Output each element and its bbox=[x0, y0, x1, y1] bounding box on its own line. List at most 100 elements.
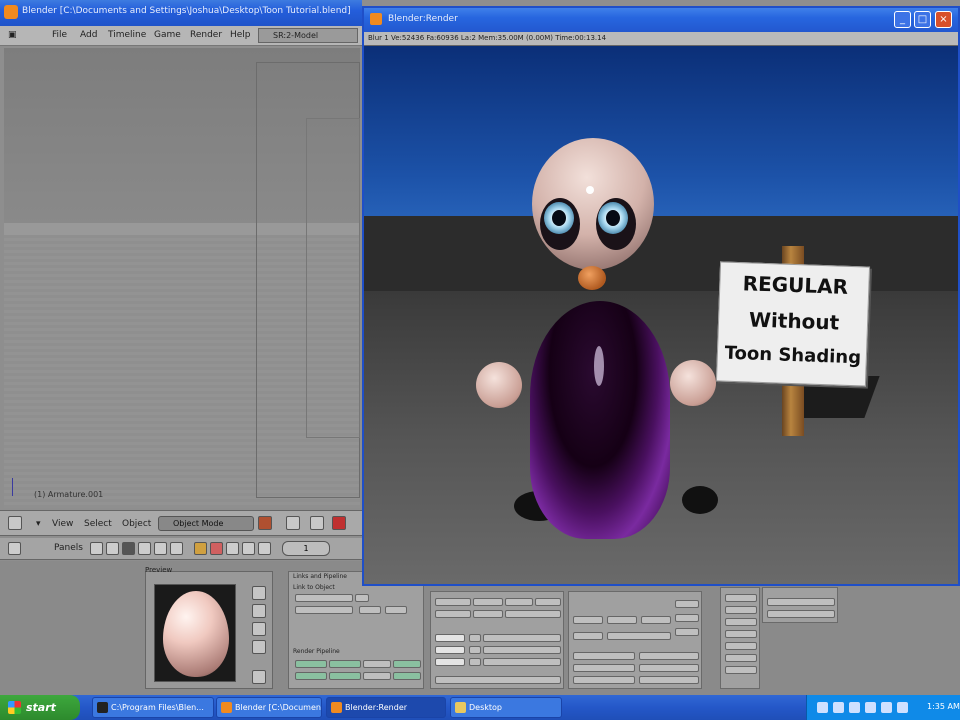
add-field[interactable] bbox=[573, 676, 635, 684]
preview-monkey-icon[interactable] bbox=[252, 640, 266, 654]
r-slider[interactable] bbox=[483, 634, 561, 642]
menu-select[interactable]: Select bbox=[84, 519, 112, 529]
task-button-blender[interactable]: Blender [C:\Documen... bbox=[216, 697, 322, 718]
texture-channel-4[interactable] bbox=[725, 630, 757, 638]
material-users-field[interactable] bbox=[355, 594, 369, 602]
spe-button[interactable] bbox=[469, 646, 481, 654]
menu-view[interactable]: View bbox=[52, 519, 73, 529]
pivot-icon[interactable] bbox=[310, 516, 324, 530]
material-icon[interactable] bbox=[210, 542, 223, 555]
texture-channel-2[interactable] bbox=[725, 606, 757, 614]
texture-channel-1[interactable] bbox=[725, 594, 757, 602]
logic-icon[interactable] bbox=[90, 542, 103, 555]
task-button-render[interactable]: Blender:Render bbox=[326, 697, 446, 718]
tray-icon-2[interactable] bbox=[833, 702, 844, 713]
spe-swatch[interactable] bbox=[435, 646, 465, 654]
lamp-icon[interactable] bbox=[194, 542, 207, 555]
preview-cube-icon[interactable] bbox=[252, 622, 266, 636]
render-titlebar[interactable]: Blender:Render _ □ × bbox=[364, 8, 958, 32]
maximize-icon[interactable]: □ bbox=[914, 11, 931, 28]
editing-icon[interactable] bbox=[154, 542, 167, 555]
ob-button[interactable] bbox=[385, 606, 407, 614]
script-icon[interactable] bbox=[106, 542, 119, 555]
traceable-toggle[interactable] bbox=[675, 628, 699, 636]
clear-texture-button[interactable] bbox=[767, 610, 835, 618]
shadeless-toggle[interactable] bbox=[535, 598, 561, 606]
tray-icon-6[interactable] bbox=[897, 702, 908, 713]
menu-timeline[interactable]: Timeline bbox=[108, 30, 146, 40]
wire-toggle[interactable] bbox=[295, 672, 327, 680]
tralu-field[interactable] bbox=[573, 652, 635, 660]
b-slider[interactable] bbox=[483, 658, 561, 666]
diffuse-shader-select[interactable] bbox=[573, 616, 603, 624]
radio-toggle[interactable] bbox=[393, 672, 421, 680]
texface-toggle[interactable] bbox=[505, 598, 533, 606]
tray-icon-4[interactable] bbox=[865, 702, 876, 713]
panels-menu[interactable]: Panels bbox=[54, 543, 83, 553]
links-tab-label[interactable]: Links and Pipeline bbox=[293, 573, 347, 580]
amb-field[interactable] bbox=[573, 664, 635, 672]
material-name-field[interactable] bbox=[295, 594, 353, 602]
menu-render[interactable]: Render bbox=[190, 30, 222, 40]
alpha-slider[interactable] bbox=[435, 676, 561, 684]
editor-type-icon[interactable] bbox=[8, 516, 22, 530]
add-new-texture-button[interactable] bbox=[767, 598, 835, 606]
texture-icon[interactable] bbox=[226, 542, 239, 555]
scene-icon[interactable] bbox=[170, 542, 183, 555]
view-menu-arrow[interactable]: ▾ bbox=[36, 519, 41, 529]
menu-object[interactable]: Object bbox=[122, 519, 151, 529]
tangent-toggle[interactable] bbox=[675, 600, 699, 608]
3d-viewport[interactable]: (1) Armature.001 bbox=[4, 48, 360, 508]
menubar-icon[interactable]: ▣ bbox=[8, 30, 17, 40]
preview-tab[interactable]: Preview bbox=[145, 566, 205, 576]
specular-shader-select[interactable] bbox=[573, 632, 603, 640]
close-icon[interactable]: × bbox=[935, 11, 952, 28]
tray-icon-5[interactable] bbox=[881, 702, 892, 713]
main-titlebar[interactable]: Blender [C:\Documents and Settings\Joshu… bbox=[0, 0, 362, 26]
zoffs-shader-field[interactable] bbox=[639, 676, 699, 684]
me-button[interactable] bbox=[359, 606, 381, 614]
scene-field[interactable]: SR:2-Model bbox=[258, 28, 358, 43]
strands-toggle[interactable] bbox=[329, 672, 361, 680]
halo-toggle[interactable] bbox=[295, 660, 327, 668]
preview-refresh-icon[interactable] bbox=[252, 670, 266, 684]
start-button[interactable]: start bbox=[0, 695, 80, 720]
world-icon[interactable] bbox=[258, 542, 271, 555]
page-number-field[interactable]: 1 bbox=[282, 541, 330, 556]
radio-icon[interactable] bbox=[242, 542, 255, 555]
col-swatch[interactable] bbox=[435, 634, 465, 642]
tray-icon-3[interactable] bbox=[849, 702, 860, 713]
tray-icon-1[interactable] bbox=[817, 702, 828, 713]
sbias-field[interactable] bbox=[639, 652, 699, 660]
preview-sphere-icon[interactable] bbox=[252, 604, 266, 618]
shading-icon[interactable] bbox=[122, 542, 135, 555]
vcol-light-toggle[interactable] bbox=[435, 598, 471, 606]
no-mist-toggle[interactable] bbox=[435, 610, 471, 618]
menu-file[interactable]: File bbox=[52, 30, 67, 40]
texture-channel-6[interactable] bbox=[725, 654, 757, 662]
col-button[interactable] bbox=[469, 634, 481, 642]
zoffs-field[interactable] bbox=[363, 660, 391, 668]
texture-channel-7[interactable] bbox=[725, 666, 757, 674]
texture-channel-3[interactable] bbox=[725, 618, 757, 626]
zinvert-toggle[interactable] bbox=[363, 672, 391, 680]
g-slider[interactable] bbox=[483, 646, 561, 654]
mode-select[interactable]: Object Mode bbox=[158, 516, 254, 531]
menu-add[interactable]: Add bbox=[80, 30, 97, 40]
spec-slider[interactable] bbox=[607, 632, 671, 640]
mir-swatch[interactable] bbox=[435, 658, 465, 666]
menu-help[interactable]: Help bbox=[230, 30, 251, 40]
task-button-desktop[interactable]: Desktop bbox=[450, 697, 562, 718]
object-icon[interactable] bbox=[138, 542, 151, 555]
minimize-icon[interactable]: _ bbox=[894, 11, 911, 28]
menu-game[interactable]: Game bbox=[154, 30, 181, 40]
draw-type-icon[interactable] bbox=[258, 516, 272, 530]
home-icon[interactable] bbox=[286, 516, 300, 530]
vcol-paint-toggle[interactable] bbox=[473, 598, 503, 606]
task-button-cmd[interactable]: C:\Program Files\Blen... bbox=[92, 697, 214, 718]
clock[interactable]: 1:35 AM bbox=[927, 702, 960, 711]
ztransp-toggle[interactable] bbox=[329, 660, 361, 668]
ref-slider[interactable] bbox=[607, 616, 637, 624]
record-icon[interactable] bbox=[332, 516, 346, 530]
material-slot-field[interactable] bbox=[295, 606, 353, 614]
